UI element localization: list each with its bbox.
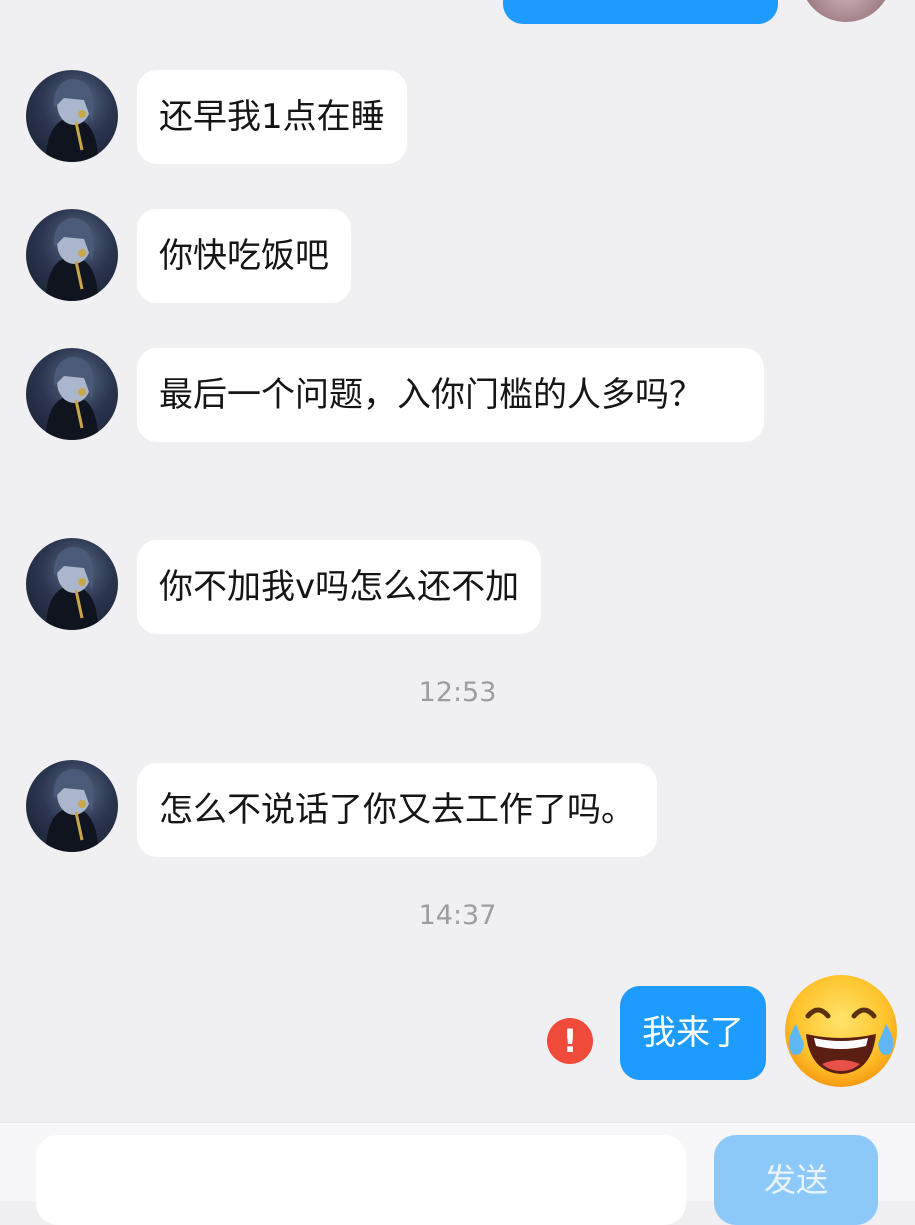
contact-avatar[interactable] [26,70,118,162]
contact-avatar[interactable] [26,348,118,440]
message-composer: 发送 [0,1122,915,1225]
exclamation-icon[interactable]: ! [547,1018,593,1064]
avatar-figure-icon [46,357,98,440]
avatar-figure-icon [46,547,98,630]
message-timestamp: 12:53 [418,677,497,708]
message-bubble-incoming[interactable]: 怎么不说话了你又去工作了吗。 [137,763,657,857]
send-button[interactable]: 发送 [714,1135,878,1225]
message-bubble-incoming[interactable]: 还早我1点在睡 [137,70,407,164]
avatar-figure-icon [46,79,98,162]
message-input[interactable] [36,1135,686,1225]
message-bubble-incoming[interactable]: 你快吃饭吧 [137,209,351,303]
avatar-figure-icon [46,218,98,301]
message-timestamp: 14:37 [418,900,497,931]
contact-avatar[interactable] [26,760,118,852]
contact-avatar[interactable] [26,209,118,301]
avatar-figure-icon [46,769,98,852]
contact-avatar[interactable] [26,538,118,630]
message-bubble-incoming[interactable]: 最后一个问题，入你门槛的人多吗？ [137,348,764,442]
message-bubble-incoming[interactable]: 你不加我v吗怎么还不加 [137,540,542,634]
tears-of-joy-emoji-icon[interactable] [782,972,900,1090]
chat-message-list[interactable]: 还早我1点在睡 你快吃饭吧 最后一个问题，入你门槛的人多吗？ 你不加我v吗怎么还… [0,0,915,1122]
message-bubble-outgoing-partial[interactable] [503,0,778,24]
message-bubble-outgoing[interactable]: 我来了 [620,986,766,1080]
self-avatar[interactable] [800,0,892,22]
